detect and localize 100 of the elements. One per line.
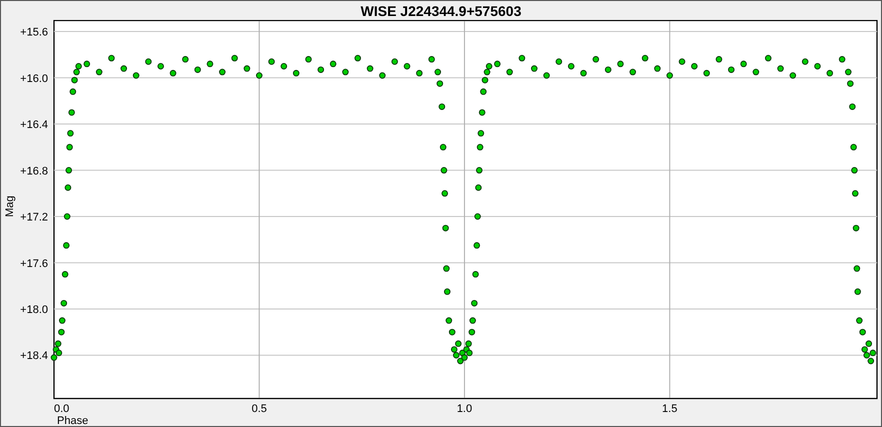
tick-label: +18.4 [20,350,48,362]
data-point [170,70,176,76]
data-point [440,144,446,150]
data-point [58,317,66,324]
data-point [580,70,587,76]
data-point [354,54,361,62]
data-point [531,65,538,72]
data-point [480,88,487,95]
data-point [740,60,747,68]
data-point [764,54,772,62]
data-point [444,288,450,295]
data-point [604,66,612,73]
data-point [448,328,456,336]
data-point [826,70,834,76]
tick-label: +16.4 [20,119,48,132]
data-point [630,68,636,76]
data-point [58,328,65,336]
data-point [851,167,858,174]
data-point [64,213,70,220]
data-point [854,288,861,295]
data-point [145,58,152,65]
data-point [475,184,482,191]
data-point [471,300,478,306]
tick-label: +18.0 [20,304,48,316]
data-point [814,62,821,70]
data-point [777,65,784,72]
data-point [62,271,68,278]
data-point [859,328,866,336]
tick-label: 1.0 [456,403,472,415]
axis-label: Phase [57,415,88,426]
data-point [468,328,476,336]
data-point [790,72,796,79]
data-point [268,58,275,65]
data-point [852,224,860,232]
data-point [666,72,673,79]
data-point [506,68,513,76]
data-point [556,58,562,65]
data-point [478,109,486,116]
data-point [592,56,600,63]
data-point [67,130,74,137]
data-point [330,60,336,68]
data-point [854,265,860,272]
tick-label: +15.6 [20,26,48,39]
data-point [64,184,72,191]
data-point [434,68,442,76]
data-point [474,242,480,249]
data-point [108,54,115,62]
data-point [63,242,70,249]
data-point [194,66,201,73]
data-point [850,144,857,150]
data-point [342,68,349,76]
data-point [847,80,854,87]
tick-label: 1.5 [662,403,678,415]
data-point [472,271,479,278]
tick-label: 0.0 [54,403,70,415]
data-point [292,70,300,76]
data-point [476,144,484,150]
data-point [443,265,450,272]
data-point [494,60,501,68]
data-point [442,224,449,232]
data-point [838,56,846,63]
data-point [543,72,550,79]
data-point [70,88,76,95]
data-point [391,58,398,65]
tick-label: +16.0 [20,72,48,85]
data-point [856,317,863,324]
data-point [366,65,374,72]
data-point [802,58,808,65]
data-point [703,70,710,76]
data-point [428,56,435,63]
data-point [446,317,452,324]
data-point [442,190,448,197]
data-point [478,130,484,137]
data-point [120,65,128,72]
data-point [84,60,90,68]
data-point [206,60,214,68]
data-point [752,68,760,76]
data-point [440,167,448,174]
data-point [66,144,73,150]
data-point [678,58,686,65]
tick-label: +17.6 [20,258,48,270]
data-point [416,70,423,76]
data-point [219,68,226,76]
data-point [438,103,446,110]
data-point [852,190,858,197]
data-point [96,68,102,76]
data-point [280,62,288,70]
data-point [716,56,722,63]
data-point [469,317,476,324]
data-point [132,72,140,79]
data-point [436,80,444,87]
data-point [305,56,312,63]
data-point [318,66,324,73]
data-point [60,300,68,306]
data-point [231,54,238,62]
tick-label: 0.5 [252,403,267,415]
data-point [845,68,852,76]
data-point [849,103,856,110]
data-point [568,62,574,70]
chart-title: WISE J224344.9+575603 [360,2,522,18]
